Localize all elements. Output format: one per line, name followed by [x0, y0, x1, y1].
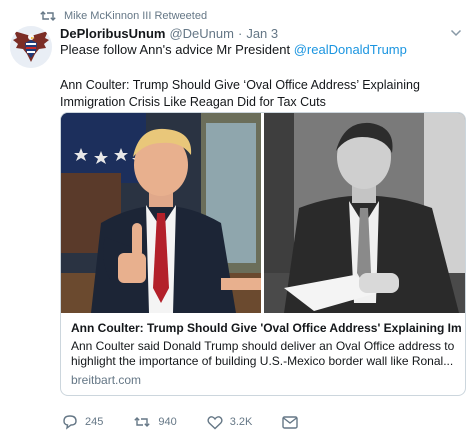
card-body: Ann Coulter: Trump Should Give 'Oval Off… — [71, 321, 461, 387]
tweet-text: Please follow Ann's advice Mr President … — [60, 42, 407, 57]
retweet-icon — [40, 11, 56, 21]
like-button[interactable]: 3.2K — [207, 415, 253, 430]
display-name[interactable]: DePloribusUnum — [60, 26, 165, 41]
avatar[interactable] — [10, 26, 52, 68]
reply-button[interactable]: 245 — [62, 414, 103, 430]
mention-link[interactable]: @realDonaldTrump — [294, 42, 407, 57]
envelope-icon — [282, 415, 299, 429]
tweet-header: DePloribusUnum @DeUnum · Jan 3 — [60, 26, 278, 41]
tweet-text-body: Please follow Ann's advice Mr President — [60, 42, 294, 57]
tweet-timestamp[interactable]: Jan 3 — [246, 26, 278, 41]
tweet-headline: Ann Coulter: Trump Should Give ‘Oval Off… — [60, 78, 420, 109]
retweet-indicator: Mike McKinnon III Retweeted — [40, 8, 207, 24]
retweet-count: 940 — [158, 416, 177, 428]
retweet-button[interactable]: 940 — [133, 415, 177, 429]
retweet-label[interactable]: Mike McKinnon III Retweeted — [64, 10, 207, 22]
heart-icon — [207, 415, 223, 429]
card-title[interactable]: Ann Coulter: Trump Should Give 'Oval Off… — [71, 321, 461, 335]
card-image-strip — [61, 113, 465, 313]
action-bar: 245 940 3.2K — [62, 414, 328, 430]
like-count: 3.2K — [229, 416, 253, 428]
eagle-avatar-icon — [10, 26, 52, 68]
card-image-trump — [61, 113, 261, 313]
user-handle[interactable]: @DeUnum — [169, 26, 234, 41]
reply-count: 245 — [85, 416, 104, 428]
chevron-down-icon[interactable] — [450, 28, 462, 38]
card-domain: breitbart.com — [71, 373, 142, 387]
separator-dot: · — [237, 26, 243, 41]
card-image-reagan — [264, 113, 465, 313]
reply-icon — [63, 415, 77, 430]
retweet-icon — [134, 417, 151, 427]
message-button[interactable] — [282, 415, 299, 429]
link-card[interactable]: Ann Coulter: Trump Should Give 'Oval Off… — [60, 112, 466, 396]
card-description: Ann Coulter said Donald Trump should del… — [71, 339, 455, 368]
